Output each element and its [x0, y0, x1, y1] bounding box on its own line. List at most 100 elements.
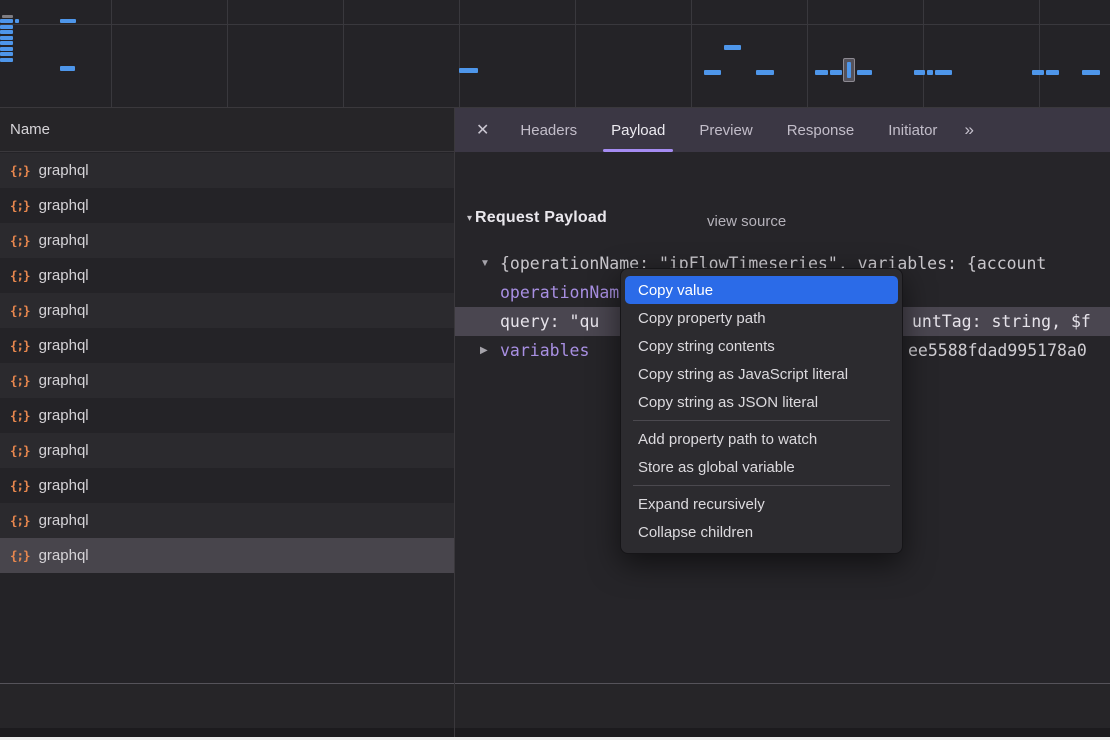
overview-gridline	[1039, 0, 1040, 107]
menu-separator	[633, 420, 890, 421]
overview-request-bar	[914, 70, 925, 75]
request-name: graphql	[39, 232, 89, 249]
property-value: "qu	[570, 312, 600, 331]
devtools-network-panel: Name {;}graphql{;}graphql{;}graphql{;}gr…	[0, 0, 1110, 740]
menu-item[interactable]: Expand recursively	[621, 490, 902, 518]
network-request-row[interactable]: {;} graphql	[0, 258, 454, 293]
request-payload-section-header[interactable]: ▾ Request Payload	[467, 209, 607, 227]
overview-gridline	[575, 0, 576, 107]
overview-request-bar	[935, 70, 952, 75]
network-request-row[interactable]: {;} graphql	[0, 503, 454, 538]
request-name: graphql	[39, 162, 89, 179]
section-collapse-icon[interactable]: ▾	[467, 213, 472, 224]
menu-item[interactable]: Copy string as JavaScript literal	[621, 360, 902, 388]
json-icon: {;}	[10, 373, 30, 388]
name-column-label: Name	[10, 121, 50, 138]
overview-selected-request-bar	[847, 62, 851, 78]
overview-request-bar	[857, 70, 872, 75]
network-request-row[interactable]: {;}graphql	[0, 223, 454, 258]
tab-initiator[interactable]: Initiator	[871, 108, 954, 152]
tab-response[interactable]: Response	[770, 108, 872, 152]
request-name: graphql	[39, 477, 89, 494]
request-name: graphql	[39, 407, 89, 424]
overview-request-bar	[0, 52, 13, 56]
tab-preview[interactable]: Preview	[682, 108, 769, 152]
request-name: graphql	[39, 372, 89, 389]
request-list-panel: Name {;}graphql{;}graphql{;}graphql{;}gr…	[0, 108, 454, 740]
overview-request-bar	[60, 66, 75, 71]
section-title: Request Payload	[475, 209, 607, 227]
expander-icon[interactable]: ▶	[480, 345, 488, 356]
overview-request-bar	[1032, 70, 1044, 75]
name-column-header[interactable]: Name	[0, 108, 454, 152]
request-name: graphql	[39, 267, 89, 284]
json-icon: {;}	[10, 163, 30, 178]
context-menu: Copy valueCopy property pathCopy string …	[620, 268, 903, 554]
summary-bar-divider	[0, 683, 1110, 684]
overview-gridline	[111, 0, 112, 107]
overview-request-bar	[2, 15, 13, 18]
property-key: operationName	[500, 283, 629, 302]
tab-bar: ✕ HeadersPayloadPreviewResponseInitiator…	[455, 108, 1110, 152]
request-name: graphql	[39, 197, 89, 214]
menu-item[interactable]: Copy string contents	[621, 332, 902, 360]
tab-payload[interactable]: Payload	[594, 108, 682, 152]
json-icon: {;}	[10, 268, 30, 283]
request-list: {;} graphql {;} graphql {;} graphql {;} graphql…	[0, 153, 454, 573]
menu-item[interactable]: Copy value	[625, 276, 898, 304]
overview-gridline	[227, 0, 228, 107]
overview-request-bar	[0, 58, 13, 62]
overview-request-bar	[0, 41, 13, 45]
overview-gridline	[807, 0, 808, 107]
network-request-row[interactable]: {;} graphql	[0, 293, 454, 328]
overview-request-bar	[830, 70, 842, 75]
overview-gridline	[343, 0, 344, 107]
overview-request-bar	[815, 70, 828, 75]
json-icon: {;}	[10, 478, 30, 493]
json-icon: {;}	[10, 338, 30, 353]
more-tabs-icon[interactable]: »	[964, 120, 971, 140]
network-request-row[interactable]: {;}graphql	[0, 188, 454, 223]
request-name: graphql	[39, 512, 89, 529]
json-icon: {;}	[10, 513, 30, 528]
menu-item[interactable]: Copy string as JSON literal	[621, 388, 902, 416]
network-request-row[interactable]: {;}graphql	[0, 328, 454, 363]
overview-request-bar	[724, 45, 741, 50]
expander-icon[interactable]: ▼	[480, 258, 490, 269]
overview-request-bar	[0, 25, 13, 29]
key-separator: :	[550, 312, 570, 331]
overview-request-bar	[0, 47, 13, 51]
close-icon[interactable]: ✕	[476, 120, 489, 140]
request-name: graphql	[39, 302, 89, 319]
summary-bar	[0, 684, 1110, 728]
network-request-row[interactable]: {;} graphql	[0, 153, 454, 188]
property-value-continued: ee5588fdad995178a0	[908, 336, 1087, 365]
network-request-row[interactable]: {;}graphql	[0, 398, 454, 433]
network-request-row[interactable]: {;}graphql	[0, 538, 454, 573]
network-request-row[interactable]: {;} graphql	[0, 363, 454, 398]
overview-gridline	[0, 24, 1110, 25]
overview-gridline	[459, 0, 460, 107]
network-request-row[interactable]: {;} graphql	[0, 468, 454, 503]
overview-request-bar	[15, 19, 19, 23]
panel-divider[interactable]	[454, 108, 455, 737]
overview-gridline	[923, 0, 924, 107]
menu-item[interactable]: Copy property path	[621, 304, 902, 332]
overview-request-bar	[0, 19, 13, 23]
overview-request-bar	[0, 30, 13, 34]
network-request-row[interactable]: {;}graphql	[0, 433, 454, 468]
tab-headers[interactable]: Headers	[503, 108, 594, 152]
json-icon: {;}	[10, 443, 30, 458]
request-name: graphql	[39, 547, 89, 564]
overview-request-bar	[704, 70, 721, 75]
json-icon: {;}	[10, 303, 30, 318]
overview-gridline	[691, 0, 692, 107]
property-value-continued: untTag: string, $f	[912, 307, 1091, 336]
view-source-link[interactable]: view source	[707, 213, 786, 230]
menu-item[interactable]: Add property path to watch	[621, 425, 902, 453]
menu-item[interactable]: Collapse children	[621, 518, 902, 546]
menu-item[interactable]: Store as global variable	[621, 453, 902, 481]
network-overview[interactable]	[0, 0, 1110, 108]
property-key: query	[500, 312, 550, 331]
tabs: HeadersPayloadPreviewResponseInitiator	[503, 108, 954, 152]
